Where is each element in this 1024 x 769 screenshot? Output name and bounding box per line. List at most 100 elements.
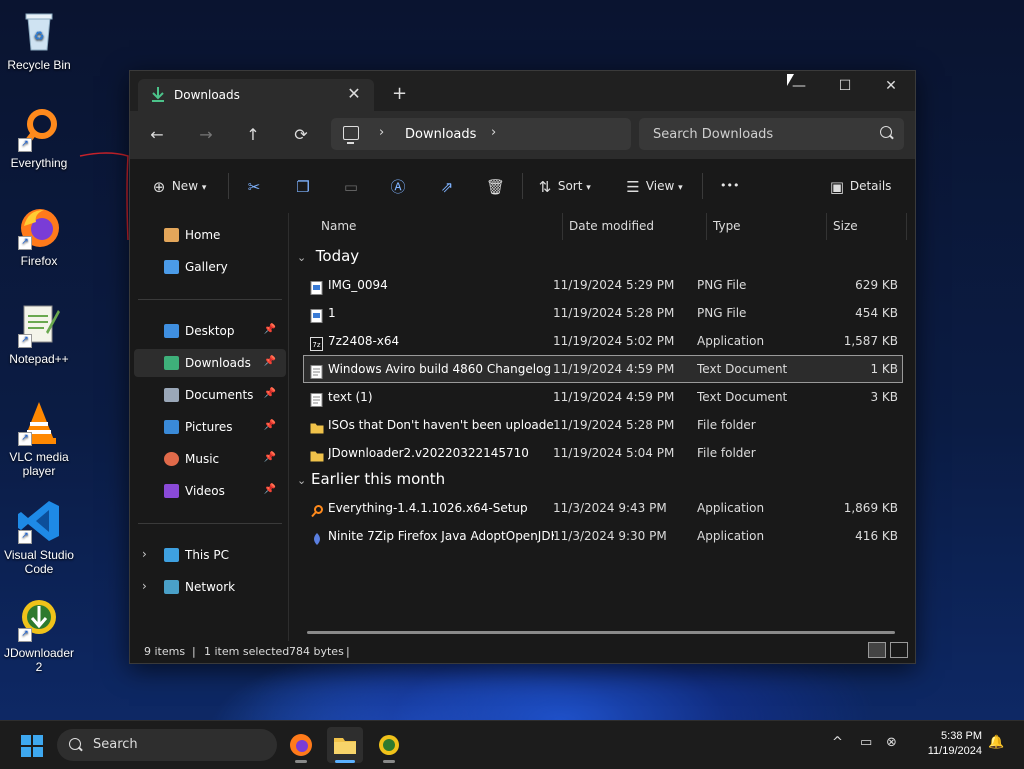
delete-button[interactable]: 🗑 — [486, 176, 505, 196]
more-options-button[interactable]: ••• — [720, 176, 739, 196]
column-header-size[interactable]: Size — [833, 213, 858, 240]
minimize-button[interactable]: — — [776, 71, 822, 101]
sidebar-item-pictures[interactable]: Pictures 📌 — [134, 413, 286, 441]
up-button[interactable]: ↑ — [239, 123, 267, 147]
maximize-button[interactable]: ☐ — [822, 71, 868, 101]
sidebar-item-this-pc[interactable]: › This PC — [134, 541, 286, 569]
sidebar-item-home[interactable]: Home — [134, 221, 286, 249]
search-input[interactable]: Search Downloads — [639, 118, 904, 150]
sidebar-item-network[interactable]: › Network — [134, 573, 286, 601]
table-row[interactable]: text (1) 11/19/2024 4:59 PM Text Document 3… — [304, 384, 902, 410]
pin-icon[interactable]: 📌 — [264, 388, 276, 399]
table-row[interactable]: 1 11/19/2024 5:28 PM PNG File 454 KB — [304, 300, 902, 326]
start-button[interactable] — [21, 735, 43, 757]
taskbar-clock[interactable]: 5:38 PM 11/19/2024 — [912, 729, 982, 759]
desktop-icon-label: Visual Studio Code — [4, 548, 74, 576]
details-pane-button[interactable]: ▣ Details — [828, 176, 892, 196]
taskbar-app-jdownloader[interactable] — [371, 727, 407, 763]
new-button[interactable]: ⊕ New ▾ — [150, 176, 207, 196]
everything-icon — [310, 501, 323, 518]
sidebar-item-desktop[interactable]: Desktop 📌 — [134, 317, 286, 345]
search-icon — [880, 126, 892, 138]
sort-button[interactable]: ⇅ Sort ▾ — [536, 176, 591, 196]
file-name: text (1) — [328, 390, 373, 404]
horizontal-scrollbar[interactable] — [307, 631, 895, 634]
taskbar-app-firefox[interactable] — [283, 727, 319, 763]
desktop-icon-jdownloader[interactable]: ↗ JDownloader 2 — [0, 596, 78, 674]
sidebar-item-label: Network — [185, 580, 236, 594]
sidebar-item-documents[interactable]: Documents 📌 — [134, 381, 286, 409]
address-bar[interactable]: › Downloads › — [331, 118, 631, 150]
cut-button[interactable]: ✂ — [245, 176, 263, 196]
tiles-view-button[interactable] — [890, 642, 908, 658]
column-divider[interactable] — [906, 213, 907, 240]
sidebar-item-videos[interactable]: Videos 📌 — [134, 477, 286, 505]
chevron-right-icon[interactable]: › — [142, 579, 147, 593]
command-divider — [228, 173, 229, 199]
pin-icon[interactable]: 📌 — [264, 420, 276, 431]
shortcut-arrow-icon: ↗ — [18, 334, 32, 348]
desktop-icon-firefox[interactable]: ↗ Firefox — [0, 204, 78, 268]
file-date: 11/19/2024 4:59 PM — [553, 390, 675, 404]
copy-button[interactable]: ❐ — [294, 176, 312, 196]
desktop-icon-vscode[interactable]: ↗ Visual Studio Code — [0, 498, 78, 576]
column-divider[interactable] — [562, 213, 563, 240]
close-button[interactable]: ✕ — [868, 71, 914, 101]
table-row[interactable]: JDownloader2.v20220322145710 11/19/2024 5… — [304, 440, 902, 466]
7zip-icon: 7z — [310, 334, 323, 351]
desktop-icon-everything[interactable]: ↗ Everything — [0, 106, 78, 170]
volume-muted-icon[interactable]: ⊗ — [886, 735, 897, 750]
breadcrumb-separator[interactable]: › — [491, 125, 496, 140]
png-file-icon — [310, 306, 323, 323]
svg-text:7z: 7z — [312, 341, 320, 349]
pin-icon[interactable]: 📌 — [264, 452, 276, 463]
table-row[interactable]: Everything-1.4.1.1026.x64-Setup 11/3/2024… — [304, 495, 902, 521]
tray-chevron-up-icon[interactable]: ^ — [832, 735, 843, 750]
view-button[interactable]: ☰ View ▾ — [624, 176, 682, 196]
file-name: IMG_0094 — [328, 278, 388, 292]
column-divider[interactable] — [706, 213, 707, 240]
file-name: Everything-1.4.1.1026.x64-Setup — [328, 501, 528, 515]
desktop-icon-recycle-bin[interactable]: ♻ Recycle Bin — [0, 8, 78, 72]
sidebar-item-gallery[interactable]: Gallery — [134, 253, 286, 281]
music-icon — [164, 452, 179, 466]
breadcrumb-separator[interactable]: › — [379, 125, 384, 140]
table-row[interactable]: 7z 7z2408-x64 11/19/2024 5:02 PM Applicatio… — [304, 328, 902, 354]
tab-downloads[interactable]: Downloads ✕ — [138, 79, 374, 111]
pin-icon[interactable]: 📌 — [264, 484, 276, 495]
file-size: 1,587 KB — [843, 334, 898, 348]
table-row[interactable]: Windows Aviro build 4860 Changelog 11/19/… — [303, 355, 903, 383]
pin-icon[interactable]: 📌 — [264, 324, 276, 335]
column-header-date[interactable]: Date modified — [569, 213, 654, 240]
column-header-type[interactable]: Type — [713, 213, 741, 240]
details-view-button[interactable] — [868, 642, 886, 658]
new-tab-button[interactable]: + — [392, 83, 407, 104]
rename-button[interactable]: Ⓐ — [389, 176, 407, 196]
network-status-icon[interactable]: ▭ — [860, 735, 872, 750]
group-header-today[interactable]: ⌄ Today — [297, 247, 359, 265]
sidebar-item-downloads[interactable]: Downloads 📌 — [134, 349, 286, 377]
forward-button[interactable]: → — [192, 123, 220, 147]
table-row[interactable]: ISOs that Don't haven't been uploaded ye… — [304, 412, 902, 438]
table-row[interactable]: IMG_0094 11/19/2024 5:29 PM PNG File 629 KB — [304, 272, 902, 298]
column-divider[interactable] — [826, 213, 827, 240]
back-button[interactable]: ← — [143, 123, 171, 147]
taskbar-search[interactable]: Search — [57, 729, 277, 761]
desktop-icon-notepadpp[interactable]: ↗ Notepad++ — [0, 302, 78, 366]
column-header-name[interactable]: Name — [321, 213, 356, 240]
table-row[interactable]: Ninite 7Zip Firefox Java AdoptOpenJDK x.… — [304, 523, 902, 549]
group-header-earlier-this-month[interactable]: ⌄ Earlier this month — [297, 470, 445, 488]
chevron-right-icon[interactable]: › — [142, 547, 147, 561]
sidebar-item-music[interactable]: Music 📌 — [134, 445, 286, 473]
chevron-down-icon: ⌄ — [297, 251, 307, 264]
pin-icon[interactable]: 📌 — [264, 356, 276, 367]
paste-button[interactable]: ▭ — [342, 176, 360, 196]
desktop-icon-vlc[interactable]: ↗ VLC media player — [0, 400, 78, 478]
notification-bell-icon[interactable]: 🔔 — [988, 735, 1004, 750]
shortcut-arrow-icon: ↗ — [18, 236, 32, 250]
refresh-button[interactable]: ⟳ — [287, 123, 315, 147]
tab-close-icon[interactable]: ✕ — [344, 84, 364, 103]
share-button[interactable]: ⇗ — [438, 176, 456, 196]
taskbar-app-file-explorer[interactable] — [327, 727, 363, 763]
breadcrumb-downloads[interactable]: Downloads — [405, 127, 476, 142]
